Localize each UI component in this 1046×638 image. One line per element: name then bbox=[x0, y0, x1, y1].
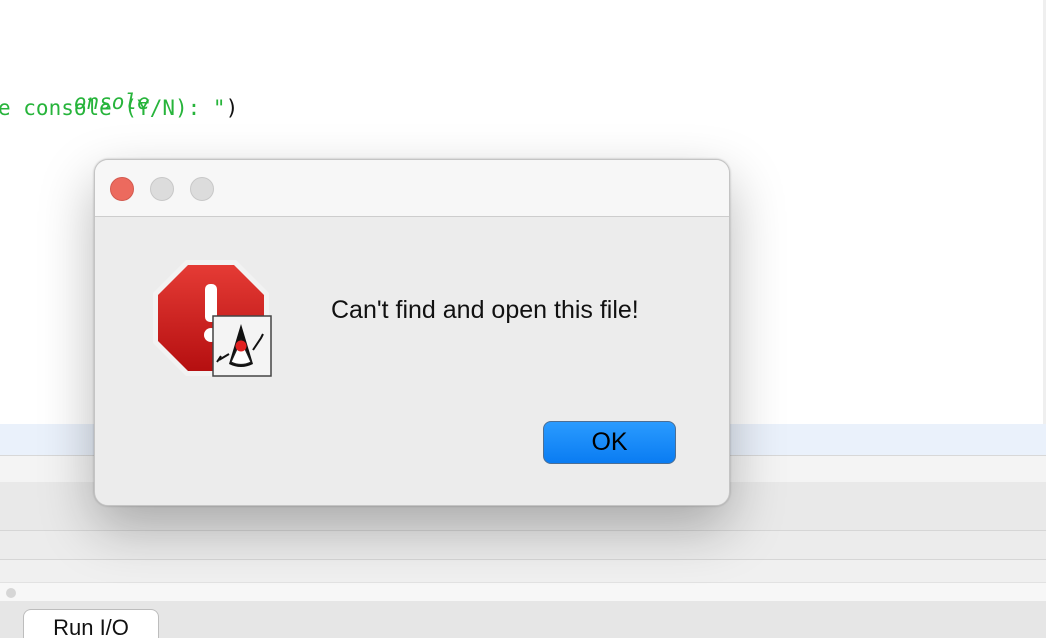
code-paren: ) bbox=[225, 96, 239, 120]
dialog-titlebar[interactable] bbox=[95, 160, 729, 217]
panel-band bbox=[0, 531, 1046, 560]
bottom-tab-strip: Run I/O bbox=[0, 601, 1046, 638]
zoom-window-button[interactable] bbox=[190, 177, 214, 201]
tab-run-io[interactable]: Run I/O bbox=[23, 609, 159, 638]
code-string: e console (Y/N): " bbox=[0, 96, 226, 120]
close-window-button[interactable] bbox=[110, 177, 134, 201]
scrollbar-thumb[interactable] bbox=[6, 588, 16, 598]
minimize-window-button[interactable] bbox=[150, 177, 174, 201]
screen: onsole e console (Y/N): ") Run I/O Can't… bbox=[0, 0, 1046, 638]
error-stop-sign-icon bbox=[153, 260, 272, 377]
error-dialog: Can't find and open this file! OK bbox=[94, 159, 730, 506]
java-duke-icon bbox=[212, 315, 272, 377]
ok-button[interactable]: OK bbox=[543, 421, 676, 464]
panel-band bbox=[0, 560, 1046, 582]
dialog-message: Can't find and open this file! bbox=[331, 296, 639, 324]
horizontal-scrollbar[interactable] bbox=[0, 582, 1046, 602]
code-line: e console (Y/N): ") bbox=[0, 96, 238, 120]
